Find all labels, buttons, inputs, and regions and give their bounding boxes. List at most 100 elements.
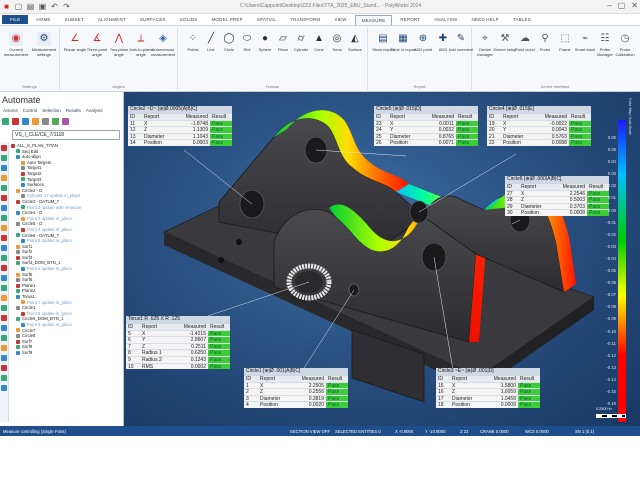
autonomous-measurement-button[interactable]: ◈ Autonomous measurement bbox=[150, 32, 176, 57]
status-section-view: SECTION VIEW OFF bbox=[290, 428, 331, 434]
maximize-icon[interactable]: ▢ bbox=[618, 1, 626, 10]
tab-analysis[interactable]: ANALYSIS bbox=[428, 15, 463, 24]
tab-view[interactable]: VIEW bbox=[328, 15, 352, 24]
side-tool-icon[interactable] bbox=[1, 245, 7, 251]
tab-file[interactable]: FILE bbox=[2, 15, 29, 24]
tab-report[interactable]: REPORT bbox=[394, 15, 426, 24]
tree-item-icon bbox=[16, 149, 20, 154]
side-tool-icon[interactable] bbox=[1, 305, 7, 311]
side-tool-icon[interactable] bbox=[1, 325, 7, 331]
side-tool-icon[interactable] bbox=[1, 345, 7, 351]
side-tool-icon[interactable] bbox=[1, 295, 7, 301]
column-header: ID bbox=[128, 324, 133, 330]
tree-item-label: Target3 bbox=[27, 176, 42, 182]
side-tool-icon[interactable] bbox=[1, 285, 7, 291]
measurement-table[interactable]: Circle1 [⊕|Ø .001|A|B|C] ID Report Measured… bbox=[244, 368, 348, 408]
side-tool-icon[interactable] bbox=[1, 265, 7, 271]
record-icon[interactable] bbox=[52, 118, 59, 125]
tab-solids[interactable]: SOLIDS bbox=[174, 15, 204, 24]
add-comment-button[interactable]: ✎ Add comment bbox=[448, 32, 474, 52]
tab-tables[interactable]: TABLES bbox=[507, 15, 537, 24]
side-tool-icon[interactable] bbox=[1, 385, 7, 391]
current-measurement-button[interactable]: ◉ Current measurement bbox=[3, 32, 29, 57]
new-icon[interactable]: ▢ bbox=[14, 2, 23, 11]
tab-surfaces[interactable]: SURFACES bbox=[134, 15, 172, 24]
tab-need-help[interactable]: NEED HELP bbox=[466, 15, 505, 24]
save-icon[interactable]: ▣ bbox=[38, 2, 47, 11]
table-cell: -0.0022 bbox=[550, 120, 567, 127]
measurement-table[interactable]: Circle2 ~D~ [⊕|Ø.0005(A|B|C] ID Report Meas… bbox=[128, 106, 232, 146]
tab-transform[interactable]: TRANSFORM bbox=[284, 15, 326, 24]
side-tool-icon[interactable] bbox=[1, 225, 7, 231]
3d-viewport[interactable]: Circle2 ~D~ [⊕|Ø.0005(A|B|C] ID Report Meas… bbox=[124, 92, 640, 426]
side-tool-icon[interactable] bbox=[1, 335, 7, 341]
table-row: 1 X 2.2505 Pass bbox=[244, 381, 348, 389]
legend-tick-label: -0.12 bbox=[606, 352, 616, 358]
panel-tab-analysis[interactable]: Analysis bbox=[85, 108, 104, 117]
table-cell: 8 bbox=[128, 350, 131, 356]
side-tool-icon[interactable] bbox=[1, 175, 7, 181]
close-icon[interactable]: ✕ bbox=[631, 1, 638, 10]
table-column-headers: ID Report Measured Result bbox=[374, 113, 478, 120]
side-tool-icon[interactable] bbox=[1, 355, 7, 361]
status-bar: Measure controlling (Single Point) SECTI… bbox=[0, 426, 640, 436]
panel-tab-results[interactable]: Results bbox=[65, 108, 82, 117]
run-icon[interactable] bbox=[2, 118, 9, 125]
side-tool-icon[interactable] bbox=[1, 155, 7, 161]
minimize-icon[interactable]: – bbox=[607, 1, 611, 10]
side-tool-icon[interactable] bbox=[1, 365, 7, 371]
tab-alignment[interactable]: ALIGNMENT bbox=[92, 15, 132, 24]
side-tool-icon[interactable] bbox=[1, 255, 7, 261]
device-icon: ⌖ bbox=[482, 33, 488, 44]
probe-calibration-button[interactable]: ◷ Probe Calibration bbox=[612, 32, 638, 57]
table-cell: 14 bbox=[130, 140, 136, 146]
tree-item-label: Surfaces bbox=[27, 182, 44, 188]
table-cell: 0.5763 bbox=[551, 133, 567, 140]
table-row: 19 X -0.0022 Pass bbox=[487, 119, 591, 127]
side-tool-icon[interactable] bbox=[1, 275, 7, 281]
tab-measure[interactable]: MEASURE bbox=[354, 14, 393, 25]
tree-item-label: Circle2 - D bbox=[22, 187, 43, 193]
tree-item[interactable]: Surf9 bbox=[11, 350, 122, 356]
side-tool-icon[interactable] bbox=[1, 165, 7, 171]
tab-subset[interactable]: SUBSET bbox=[59, 15, 90, 24]
table-cell: 10 bbox=[128, 363, 134, 370]
measurement-table[interactable]: Circle3 ~E~ [⊕|Ø .001|D] ID Report Measured… bbox=[436, 368, 540, 408]
undo-icon[interactable]: ↶ bbox=[50, 2, 59, 11]
table-cell: 28 bbox=[507, 197, 513, 203]
step-icon[interactable] bbox=[22, 118, 29, 125]
side-tool-icon[interactable] bbox=[1, 205, 7, 211]
side-tool-icon[interactable] bbox=[1, 185, 7, 191]
table-column-headers: ID Report Measured Result bbox=[244, 375, 348, 382]
side-tool-icon[interactable] bbox=[1, 315, 7, 321]
side-tool-icon[interactable] bbox=[1, 235, 7, 241]
measurement-table[interactable]: Circle5 [⊕|Ø .015|D] ID Report Measured Resu… bbox=[374, 106, 478, 146]
surface-button[interactable]: ◭ Surface bbox=[342, 32, 368, 52]
tab-spatial[interactable]: SPATIAL bbox=[251, 15, 282, 24]
column-header: Measured bbox=[301, 376, 324, 382]
table-row: 17 Diameter 1.0458 Pass bbox=[436, 394, 540, 402]
tab-home[interactable]: HOME bbox=[30, 15, 56, 24]
panel-tab-selection[interactable]: Selection bbox=[41, 108, 62, 117]
tree-item-icon bbox=[16, 188, 20, 193]
side-tool-icon[interactable] bbox=[1, 145, 7, 151]
column-header: ID bbox=[130, 114, 135, 120]
table-cell: 26 bbox=[376, 140, 382, 146]
open-icon[interactable]: ▤ bbox=[26, 2, 35, 11]
measurement-table[interactable]: Circle4 [⊕|Ø .015|E] ID Report Measured Resu… bbox=[487, 106, 591, 146]
measurement-table[interactable]: Torus1 R .625 X R .125 ID Report Measured Re… bbox=[126, 316, 230, 370]
panel-tab-control[interactable]: Control bbox=[22, 108, 39, 117]
table-cell: Diameter bbox=[260, 395, 281, 402]
options-icon[interactable] bbox=[42, 118, 49, 125]
side-tool-icon[interactable] bbox=[1, 215, 7, 221]
side-tool-icon[interactable] bbox=[1, 195, 7, 201]
tab-model-prep[interactable]: MODEL PREP bbox=[205, 15, 248, 24]
side-tool-icon[interactable] bbox=[1, 375, 7, 381]
pause-icon[interactable] bbox=[32, 118, 39, 125]
stop-icon[interactable] bbox=[12, 118, 19, 125]
redo-icon[interactable]: ↷ bbox=[62, 2, 71, 11]
panel-tab-actions[interactable]: Actions bbox=[2, 108, 19, 117]
sequence-select[interactable]: VS_I_CLE/CE_7/1118 bbox=[12, 130, 120, 140]
edit-icon[interactable] bbox=[62, 118, 69, 125]
measurement-settings-button[interactable]: ⚙ Measurement settings bbox=[31, 32, 57, 57]
